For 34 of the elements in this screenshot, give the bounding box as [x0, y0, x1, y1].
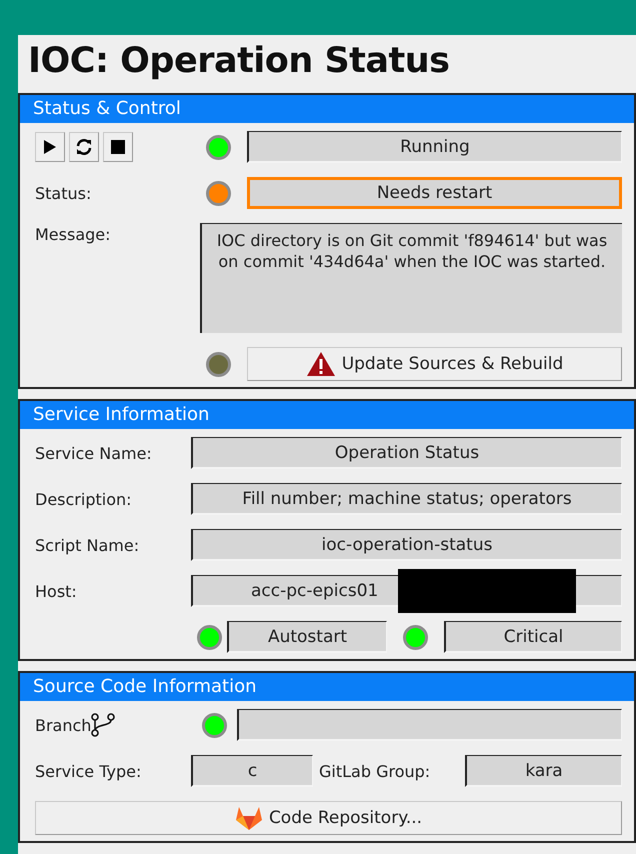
run-state-field: Running: [247, 131, 622, 163]
section-header: Service Information: [20, 401, 634, 429]
field-label: Branch: [35, 716, 92, 734]
value-field: Fill number; machine status; operators: [191, 483, 622, 515]
page-title: IOC: Operation Status: [27, 40, 450, 83]
gitlab-group-field: kara: [465, 755, 622, 787]
message-box: IOC directory is on Git commit 'f894614' but was on commit '434d64a' when the IOC was started.: [200, 223, 622, 333]
value-field: Operation Status: [191, 437, 622, 469]
field-label: Service Type:: [35, 762, 142, 780]
rebuild-button[interactable]: Update Sources & Rebuild: [247, 347, 622, 381]
field-label: Script Name:: [35, 536, 140, 554]
section-header: Source Code Information: [20, 673, 634, 701]
fox-icon: [234, 805, 263, 831]
field-label: Service Name:: [35, 444, 153, 462]
field-label: Description:: [35, 490, 133, 508]
play-icon: [43, 139, 57, 155]
value-field: ioc-operation-status: [191, 529, 622, 561]
play-button[interactable]: [35, 132, 65, 162]
flag-field: Autostart: [227, 621, 387, 653]
field-label: Message:: [35, 225, 112, 244]
flag-field: Critical: [444, 621, 622, 653]
restart-button[interactable]: [69, 132, 99, 162]
field-label: Status:: [35, 184, 92, 202]
refresh-icon: [75, 138, 93, 156]
section-header: Status & Control: [20, 95, 634, 123]
branch-icon: [91, 712, 116, 738]
field-label: Host:: [35, 582, 78, 600]
stop-button[interactable]: [103, 132, 133, 162]
service-type-field: c: [191, 755, 313, 787]
status-field: Needs restart: [247, 177, 622, 209]
stop-icon: [110, 139, 126, 155]
field-label: GitLab Group:: [318, 762, 432, 780]
warning-icon: [306, 351, 336, 377]
code-repository-button[interactable]: Code Repository...: [35, 801, 622, 835]
